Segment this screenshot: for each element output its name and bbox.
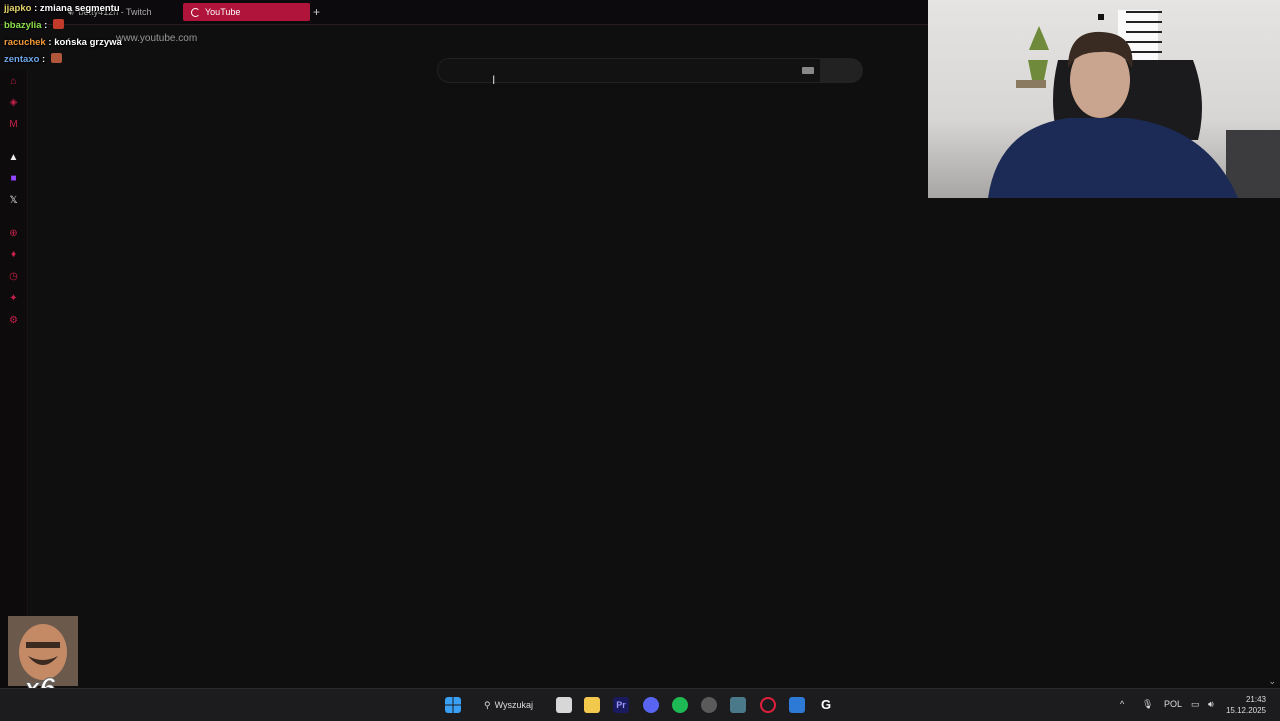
chat-username: racuchek (4, 37, 46, 48)
bed (1226, 130, 1280, 198)
chat-separator: : (31, 3, 40, 14)
taskbar-search-label: Wyszukaj (494, 700, 534, 710)
address-bar[interactable]: www.youtube.com (0, 28, 928, 48)
app-g-icon[interactable]: G (818, 697, 834, 713)
history-icon[interactable]: ◷ (8, 271, 19, 282)
network-icon[interactable]: ▭ (1191, 699, 1200, 710)
calculator-icon[interactable] (730, 697, 746, 713)
plant (1028, 26, 1049, 80)
chat-emote-icon (52, 19, 64, 29)
tab-title: YouTube (205, 7, 241, 17)
taskbar: ⚲ Wyszukaj Pr G ^ 🎙︎ POL ▭ 🔊︎ 21:43 15.1… (0, 688, 1280, 721)
new-tab-button[interactable]: + (313, 5, 320, 19)
premiere-pro-icon[interactable]: Pr (613, 697, 629, 713)
discord-icon[interactable] (643, 697, 659, 713)
chat-emote-icon (50, 53, 62, 63)
extensions-icon[interactable]: ✦ (8, 293, 19, 304)
photos-icon[interactable] (789, 697, 805, 713)
chat-overlay: jjapko : zmiana segmentu bbazylia : racu… (4, 0, 122, 68)
microphone-icon[interactable]: 🎙︎ (1142, 699, 1153, 710)
clock-time: 21:43 (1245, 695, 1266, 704)
browser-sidebar: ⌂ ◈ M ▲ ■ 𝕏 ⊕ ♦ ◷ ✦ ⚙ (0, 70, 28, 690)
file-explorer-icon[interactable] (584, 697, 600, 713)
volume-icon[interactable]: 🔊︎ (1208, 699, 1214, 710)
settings-icon[interactable]: ⚙ (8, 315, 19, 326)
shelf-items (1016, 80, 1046, 88)
chat-text: zmiana segmentu (39, 3, 120, 14)
loading-spinner-icon (191, 7, 200, 17)
text-cursor-icon: I (492, 73, 496, 87)
chat-message: zentaxo : (4, 51, 122, 68)
webcam-scene (988, 10, 1280, 198)
url-text[interactable]: www.youtube.com (116, 33, 197, 44)
mail-icon[interactable]: M (8, 119, 19, 130)
twitch-icon[interactable]: ■ (8, 173, 19, 184)
chat-separator: : (45, 37, 55, 48)
chat-username: zentaxo (4, 54, 40, 65)
add-icon[interactable]: ⊕ (8, 228, 19, 239)
search-button[interactable] (821, 58, 863, 83)
scroll-down-icon[interactable]: ⌄ (1268, 676, 1276, 687)
app-icon[interactable]: ▲ (8, 152, 19, 163)
search-icon: ⚲ (484, 699, 491, 710)
pin-icon[interactable]: ♦ (8, 249, 19, 260)
sweater (988, 118, 1238, 198)
aria-icon[interactable]: ⌂ (8, 76, 19, 87)
steam-icon[interactable] (701, 697, 717, 713)
x-icon[interactable]: 𝕏 (8, 195, 19, 206)
clock-date: 15.12.2025 (1225, 706, 1266, 715)
chat-separator: : (39, 54, 48, 65)
tray-chevron-icon[interactable]: ^ (1120, 699, 1124, 709)
task-view-icon[interactable] (556, 697, 572, 713)
spotify-icon[interactable] (672, 697, 688, 713)
opera-gx-icon[interactable] (760, 697, 776, 713)
chat-username: jjapko (4, 3, 32, 14)
chat-separator: : (41, 20, 50, 31)
wall-switch (1098, 14, 1104, 20)
chat-message: bbazylia : (4, 17, 122, 34)
messenger-icon[interactable]: ◈ (8, 97, 19, 108)
taskbar-search[interactable]: ⚲ Wyszukaj (478, 694, 539, 716)
tab-bar: 🔊︎ betty412h - Twitch YouTube + (0, 0, 928, 25)
keyboard-icon[interactable] (802, 67, 814, 74)
start-icon[interactable] (445, 697, 461, 713)
chat-message: jjapko : zmiana segmentu (4, 0, 122, 17)
chat-text: końska grzywa (54, 37, 122, 48)
webcam-feed (928, 0, 1280, 198)
language-indicator[interactable]: POL (1164, 699, 1182, 709)
chat-username: bbazylia (4, 20, 42, 31)
clock[interactable]: 21:43 15.12.2025 (1226, 694, 1266, 716)
tab-youtube[interactable]: YouTube (183, 3, 310, 21)
chat-message: racuchek : końska grzywa (4, 34, 122, 51)
